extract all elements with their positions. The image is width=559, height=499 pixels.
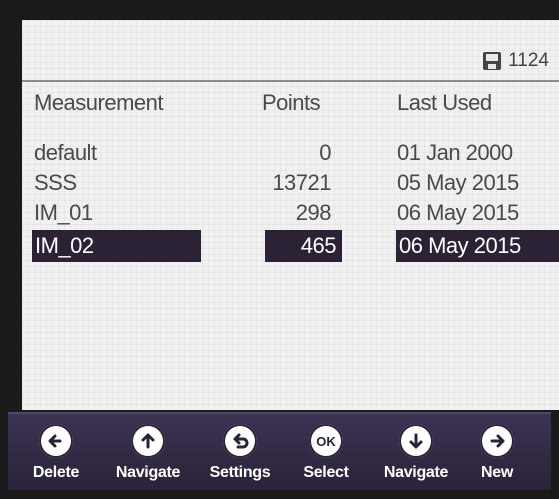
select-label: Select bbox=[303, 464, 349, 481]
points-value: 0 bbox=[319, 140, 331, 165]
last-used-date: 06 May 2015 bbox=[397, 200, 519, 225]
navigate-down-button[interactable]: Navigate bbox=[376, 414, 456, 490]
column-header-points: Points bbox=[262, 90, 321, 115]
measurement-name: IM_01 bbox=[34, 200, 93, 225]
measurement-name: default bbox=[34, 140, 97, 165]
navigate-down-label: Navigate bbox=[383, 464, 449, 481]
delete-label: Delete bbox=[32, 464, 80, 481]
navigate-up-button[interactable]: Navigate bbox=[108, 414, 188, 490]
select-button[interactable]: OK Select bbox=[291, 414, 361, 490]
header-divider bbox=[22, 80, 559, 82]
softkey-toolbar: Delete Navigate Settings OK Select Navig… bbox=[8, 412, 551, 490]
points-value: 298 bbox=[295, 200, 332, 225]
column-header-measurement: Measurement bbox=[34, 90, 164, 115]
measurement-name: SSS bbox=[34, 170, 77, 195]
last-used-date: 01 Jan 2000 bbox=[397, 140, 513, 165]
arrow-left-icon bbox=[39, 424, 73, 458]
arrow-down-icon bbox=[399, 424, 433, 458]
status-value: 1124 bbox=[508, 50, 549, 71]
column-header-last-used: Last Used bbox=[397, 90, 492, 115]
save-disk-icon bbox=[482, 51, 502, 71]
delete-button[interactable]: Delete bbox=[26, 414, 86, 490]
status-indicator: 1124 bbox=[482, 50, 549, 72]
new-button[interactable]: New bbox=[467, 414, 527, 490]
points-value: 13721 bbox=[272, 170, 331, 195]
arrow-up-icon bbox=[131, 424, 165, 458]
new-label: New bbox=[481, 464, 513, 481]
settings-button[interactable]: Settings bbox=[200, 414, 280, 490]
last-used-date: 05 May 2015 bbox=[397, 170, 519, 195]
device-screen: 1124 Measurement Points Last Used defaul… bbox=[22, 20, 559, 410]
arrow-right-icon bbox=[480, 424, 514, 458]
settings-label: Settings bbox=[209, 464, 271, 481]
measurement-name: IM_02 bbox=[32, 230, 201, 262]
last-used-date: 06 May 2015 bbox=[396, 230, 559, 262]
ok-icon: OK bbox=[309, 424, 343, 458]
back-arrow-icon bbox=[223, 424, 257, 458]
navigate-up-label: Navigate bbox=[115, 464, 181, 481]
points-value: 465 bbox=[265, 230, 342, 262]
